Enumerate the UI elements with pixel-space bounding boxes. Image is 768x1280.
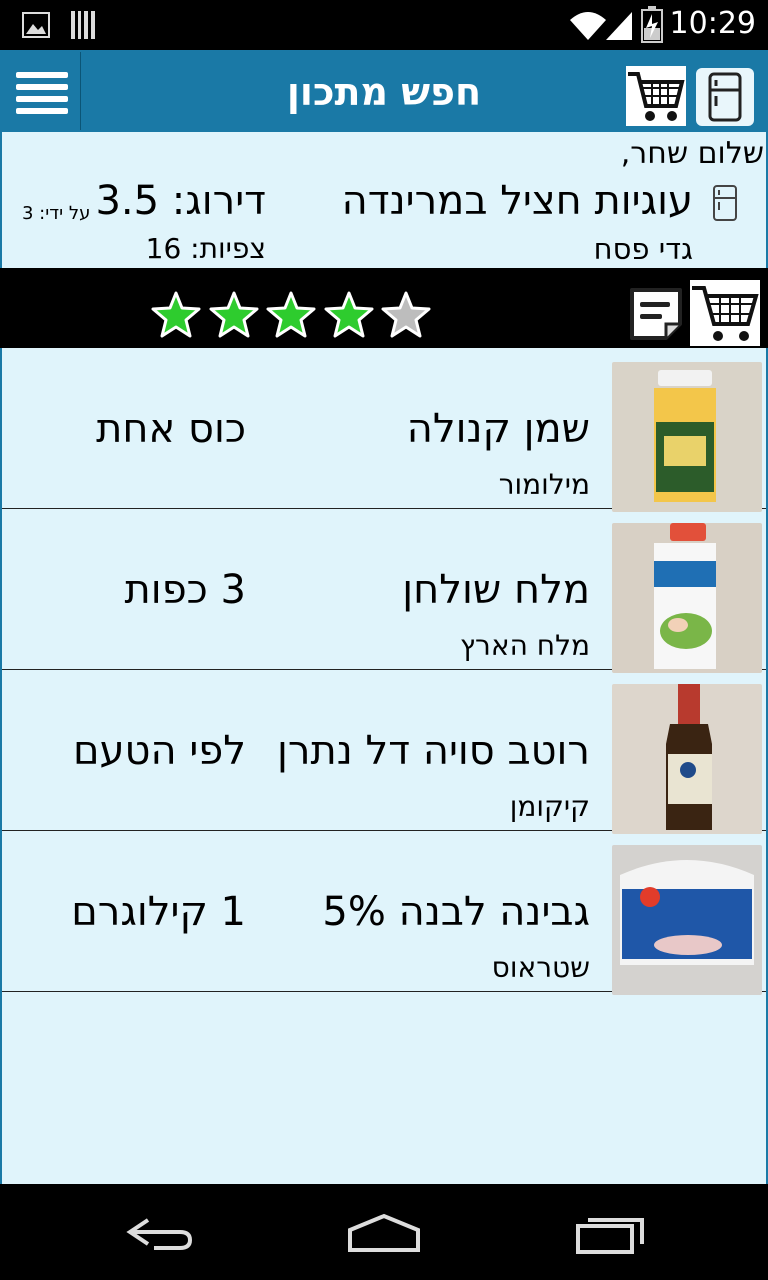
status-bar: 10:29 xyxy=(0,0,768,50)
fridge-icon xyxy=(713,185,737,221)
product-image-white-cheese xyxy=(612,845,762,995)
add-to-cart-button[interactable] xyxy=(690,280,760,346)
notes-button[interactable] xyxy=(628,286,684,342)
recipe-rating: דירוג: 3.5 xyxy=(95,178,266,224)
star-filled-icon[interactable] xyxy=(265,290,317,338)
barcode-notification-icon xyxy=(71,11,95,39)
shopping-cart-icon xyxy=(692,286,759,341)
recipe-views: צפיות: 16 xyxy=(145,232,266,265)
fridge-button[interactable] xyxy=(696,68,754,126)
star-empty-icon[interactable] xyxy=(380,290,432,338)
product-image-table-salt xyxy=(612,523,762,673)
rating-count: על ידי: 3 xyxy=(22,203,91,224)
ingredient-brand: מילומור xyxy=(498,468,590,501)
system-navigation-bar xyxy=(0,1184,768,1280)
list-item[interactable]: שמן קנולה מילומור כוס אחת xyxy=(2,348,766,512)
ingredient-name: גבינה לבנה 5% xyxy=(322,889,590,935)
ingredient-name: רוטב סויה דל נתרן xyxy=(277,728,590,774)
ingredient-brand: מלח הארץ xyxy=(459,629,590,662)
product-image-soy-sauce xyxy=(612,684,762,834)
list-item[interactable]: רוטב סויה דל נתרן קיקומן לפי הטעם xyxy=(2,670,766,834)
ingredient-brand: שטראוס xyxy=(491,951,590,984)
star-filled-icon[interactable] xyxy=(208,290,260,338)
star-filled-icon[interactable] xyxy=(323,290,375,338)
ingredient-quantity: 3 כפות xyxy=(124,567,247,613)
list-item[interactable]: מלח שולחן מלח הארץ 3 כפות xyxy=(2,509,766,673)
fridge-icon xyxy=(708,72,742,122)
shopping-cart-button[interactable] xyxy=(626,66,686,126)
back-button[interactable] xyxy=(124,1214,196,1254)
note-icon xyxy=(630,288,682,340)
status-time: 10:29 xyxy=(669,6,756,41)
shopping-cart-icon xyxy=(628,72,685,121)
recent-apps-button[interactable] xyxy=(574,1214,648,1254)
cell-signal-icon xyxy=(606,12,632,40)
wifi-icon xyxy=(570,12,606,40)
list-item[interactable]: גבינה לבנה 5% שטראוס 1 קילוגרם xyxy=(2,831,766,995)
greeting-text: שלום שחר, xyxy=(620,136,764,171)
recipe-title: עוגיות חציל במרינדה xyxy=(341,178,693,224)
product-image-canola-oil xyxy=(612,362,762,512)
recipe-author: גדי פסח xyxy=(593,232,693,266)
ingredient-quantity: 1 קילוגרם xyxy=(71,889,246,935)
ingredient-name: מלח שולחן xyxy=(402,567,590,613)
ingredient-quantity: כוס אחת xyxy=(96,406,246,452)
battery-icon xyxy=(641,6,663,43)
home-button[interactable] xyxy=(346,1212,422,1254)
image-notification-icon xyxy=(22,12,50,38)
ingredient-brand: קיקומן xyxy=(509,790,590,823)
ingredient-quantity: לפי הטעם xyxy=(72,728,246,774)
ingredient-name: שמן קנולה xyxy=(406,406,590,452)
star-filled-icon[interactable] xyxy=(150,290,202,338)
